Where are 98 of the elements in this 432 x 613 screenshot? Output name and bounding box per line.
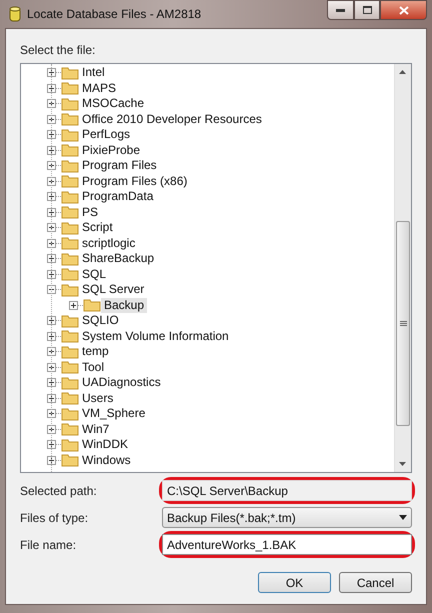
folder-icon [61, 438, 79, 452]
file-type-dropdown[interactable]: Backup Files(*.bak;*.tm) [162, 507, 412, 528]
expand-icon[interactable] [47, 394, 56, 403]
expand-icon[interactable] [47, 208, 56, 217]
folder-icon [61, 267, 79, 282]
folder-icon [61, 376, 79, 390]
folder-icon [61, 81, 79, 96]
expand-icon[interactable] [47, 254, 56, 264]
folder-icon [61, 329, 79, 344]
folder-label[interactable]: VM_Sphere [79, 406, 148, 422]
window-title: Locate Database Files - AM2818 [27, 7, 202, 21]
grip-icon [400, 320, 406, 326]
expand-icon[interactable] [47, 84, 56, 93]
folder-icon [61, 220, 79, 235]
expand-icon[interactable] [47, 347, 56, 356]
expand-icon[interactable] [47, 424, 56, 434]
folder-icon [61, 282, 79, 297]
folder-icon [61, 158, 79, 173]
dropdown-arrow-icon [399, 515, 407, 520]
expand-icon[interactable] [47, 316, 56, 326]
expand-icon[interactable] [47, 223, 56, 232]
expand-icon[interactable] [47, 176, 56, 186]
folder-label[interactable]: Intel [79, 65, 108, 80]
folder-label[interactable]: System Volume Information [79, 328, 232, 344]
expand-icon[interactable] [47, 270, 56, 279]
folder-label[interactable]: ShareBackup [79, 251, 158, 266]
folder-icon [61, 66, 79, 80]
folder-label[interactable]: SQLIO [79, 313, 122, 328]
folder-label[interactable]: Program Files [79, 158, 160, 174]
folder-icon [61, 360, 79, 374]
expand-icon[interactable] [47, 114, 56, 124]
scrollbar[interactable] [394, 64, 411, 472]
input-field[interactable]: AdventureWorks_1.BAK [162, 534, 412, 555]
folder-icon [61, 174, 79, 188]
folder-icon [61, 344, 79, 359]
collapse-icon[interactable] [47, 285, 56, 294]
folder-label[interactable]: Users [79, 390, 116, 406]
expand-icon[interactable] [47, 409, 56, 418]
folder-label[interactable]: scriptlogic [79, 236, 138, 251]
folder-icon [61, 406, 79, 421]
folder-icon [61, 252, 79, 266]
folder-icon [83, 298, 101, 312]
input-field[interactable]: C:\SQL Server\Backup [162, 480, 412, 501]
minimize-button[interactable] [327, 0, 354, 20]
folder-label[interactable]: PerfLogs [79, 127, 134, 142]
expand-icon[interactable] [47, 68, 56, 78]
folder-icon [61, 190, 79, 204]
folder-label[interactable]: MSOCache [79, 96, 148, 112]
folder-icon [61, 128, 79, 142]
expand-icon[interactable] [47, 440, 56, 450]
folder-label[interactable]: temp [79, 344, 112, 360]
expand-icon[interactable] [47, 378, 56, 388]
expand-icon[interactable] [47, 238, 56, 248]
expand-icon[interactable] [47, 161, 56, 170]
folder-label[interactable]: Windows [79, 452, 134, 468]
expand-icon[interactable] [47, 332, 56, 341]
folder-label[interactable]: PixieProbe [79, 142, 144, 158]
folder-icon [61, 422, 79, 436]
folder-icon [61, 96, 79, 111]
field-label: File name: [20, 538, 78, 552]
folder-label[interactable]: SQL Server [79, 282, 148, 298]
folder-label[interactable]: SQL [79, 266, 110, 282]
folder-label[interactable]: MAPS [79, 80, 120, 96]
expand-icon[interactable] [47, 192, 56, 202]
folder-label[interactable]: ProgramData [79, 189, 156, 204]
folder-label[interactable]: Script [79, 220, 116, 236]
folder-label[interactable]: WinDDK [79, 437, 132, 452]
folder-label[interactable]: Win7 [79, 422, 112, 437]
expand-icon[interactable] [47, 362, 56, 372]
folder-icon [61, 314, 79, 328]
expand-icon[interactable] [47, 456, 56, 465]
folder-label[interactable]: PS [79, 204, 102, 220]
folder-icon [61, 391, 79, 406]
folder-label[interactable]: Backup [101, 298, 148, 313]
database-icon [9, 6, 21, 22]
folder-icon [61, 112, 79, 126]
tree-label: Select the file: [20, 43, 96, 57]
ok-button[interactable]: OK [258, 572, 331, 593]
minimize-icon [336, 8, 345, 12]
close-icon [398, 6, 408, 14]
field-label: Selected path: [20, 484, 98, 498]
field-label: Files of type: [20, 510, 90, 524]
expand-icon[interactable] [47, 99, 56, 108]
maximize-icon [362, 6, 372, 14]
maximize-button[interactable] [354, 0, 380, 20]
folder-icon [61, 453, 79, 468]
expand-icon[interactable] [69, 300, 78, 310]
folder-icon [61, 205, 79, 220]
folder-label[interactable]: UADiagnostics [79, 375, 164, 390]
folder-label[interactable]: Tool [79, 360, 108, 375]
folder-label[interactable]: Program Files (x86) [79, 174, 190, 189]
folder-label[interactable]: Office 2010 Developer Resources [79, 112, 265, 127]
close-button[interactable] [380, 0, 427, 20]
expand-icon[interactable] [47, 146, 56, 155]
expand-icon[interactable] [47, 130, 56, 140]
cancel-button[interactable]: Cancel [339, 572, 412, 593]
folder-icon [61, 236, 79, 250]
folder-icon [61, 143, 79, 158]
